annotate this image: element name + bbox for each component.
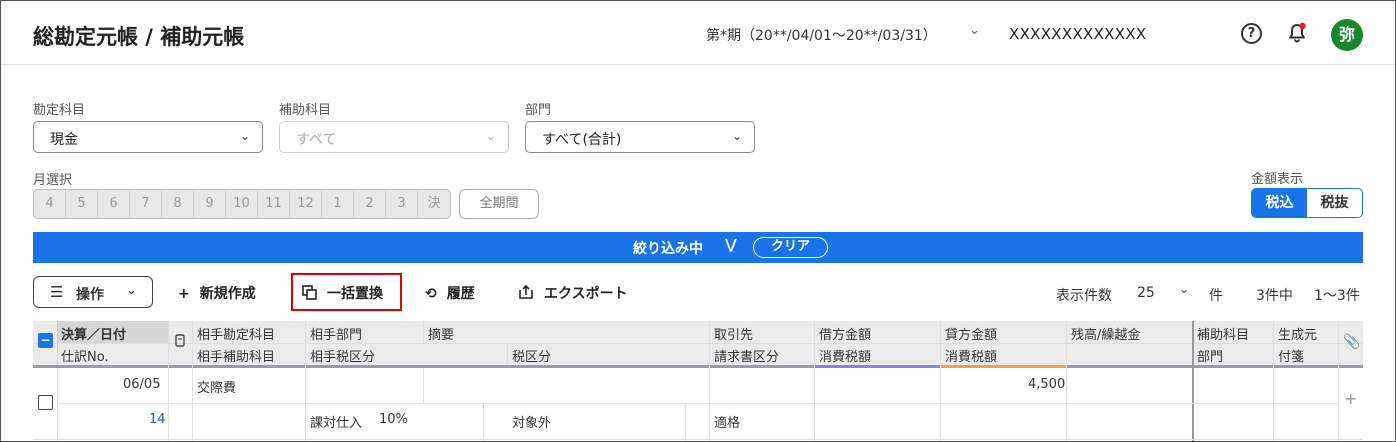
department-select-value: すべて(合計) [542,132,622,148]
export-button[interactable]: エクスポート [518,283,628,303]
history-label: 履歴 [446,286,475,302]
clear-filter-button[interactable]: クリア [753,237,828,258]
bulk-replace-label: 一括置換 [327,286,383,302]
company-name[interactable]: XXXXXXXXXXXXX [1009,25,1147,43]
month-button[interactable]: 6 [98,190,130,218]
month-button[interactable]: 4 [34,190,66,218]
all-period-button[interactable]: 全期間 [459,189,539,219]
debit-header[interactable]: 借方金額 [819,324,871,343]
select-all-checkbox[interactable]: − [38,333,53,348]
month-button[interactable]: 3 [386,190,418,218]
month-button[interactable]: 10 [226,190,258,218]
per-page-select[interactable]: 25 [1137,285,1155,301]
filter-status-bar[interactable]: 絞り込み中 ⋁ クリア [33,232,1363,263]
per-page-label: 表示件数 [1056,288,1112,304]
account-label: 勘定科目 [33,103,86,118]
sub-account-select-value: すべて [296,132,337,148]
sub-account-header[interactable]: 補助科目 [1197,324,1249,343]
row-counter-tax-rate: 10% [379,412,408,427]
row-checkbox[interactable] [38,395,53,410]
per-page-unit: 件 [1209,288,1223,304]
double-chevron-down-icon[interactable]: ⋁ [725,237,737,253]
new-entry-label: 新規作成 [199,286,256,302]
new-entry-button[interactable]: + 新規作成 [178,283,256,303]
entry-no-column-header[interactable]: 仕訳No. [61,346,109,365]
chevron-down-icon[interactable]: ⌄ [1179,282,1189,296]
replace-icon [302,285,317,302]
month-button[interactable]: 5 [66,190,98,218]
month-button[interactable]: 9 [194,190,226,218]
balance-header[interactable]: 残高/繰越金 [1071,324,1140,343]
operations-label: 操作 [76,287,104,303]
partner-header[interactable]: 取引先 [714,324,753,343]
page-title: 総勘定元帳 / 補助元帳 [33,25,245,49]
row-credit-amount[interactable]: 4,500 [1028,377,1065,392]
menu-icon: ☰ [50,283,64,301]
bell-icon[interactable] [1285,21,1309,45]
date-column-header[interactable]: 決算／日付 [61,324,126,343]
bulk-replace-button[interactable]: 一括置換 [302,283,383,303]
add-attachment-icon[interactable]: + [1344,389,1357,408]
row-date[interactable]: 06/05 [123,377,160,392]
row-counter-account[interactable]: 交際費 [197,377,236,396]
row-counter-tax[interactable]: 課対仕入 [310,412,362,431]
document-icon [175,334,185,351]
month-button[interactable]: 7 [130,190,162,218]
month-button[interactable]: 決 [418,190,450,218]
plus-icon: + [178,286,190,302]
month-button[interactable]: 2 [354,190,386,218]
counter-department-header[interactable]: 相手部門 [310,324,362,343]
month-button[interactable]: 8 [162,190,194,218]
department-select[interactable]: すべて(合計) ⌄ [525,121,755,153]
history-button[interactable]: ⟲ 履歴 [425,283,475,303]
month-button[interactable]: 11 [258,190,290,218]
page-range: 1〜3件 [1314,288,1360,304]
fiscal-period-selector[interactable]: 第*期（20**/04/01〜20**/03/31） [706,25,937,45]
export-label: エクスポート [544,286,628,302]
counter-account-header[interactable]: 相手勘定科目 [197,324,275,343]
month-selector: 4 5 6 7 8 9 10 11 12 1 2 3 決 [33,189,451,219]
chevron-down-icon: ⌄ [239,129,250,143]
avatar[interactable]: 弥 [1331,19,1363,51]
credit-tax-header[interactable]: 消費税額 [945,346,997,365]
account-select[interactable]: 現金 ⌄ [33,121,263,153]
department-header[interactable]: 部門 [1197,346,1223,365]
account-select-value: 現金 [50,132,78,148]
amount-display-toggle: 税込 税抜 [1251,188,1363,218]
row-tax-class[interactable]: 対象外 [512,412,551,431]
ledger-table: − 決算／日付 仕訳No. 相手勘定科目 相手補助科目 相手部門 相手税区分 摘… [33,321,1363,441]
chevron-down-icon: ⌄ [485,129,496,143]
history-icon: ⟲ [425,286,437,302]
tax-class-header[interactable]: 税区分 [512,346,551,365]
chevron-down-icon[interactable]: ⌄ [969,23,980,38]
chevron-down-icon: ⌄ [731,129,742,143]
memo-header[interactable]: 摘要 [428,324,454,343]
row-entry-no-link[interactable]: 14 [149,412,166,427]
tag-header[interactable]: 付箋 [1278,346,1304,365]
total-count: 3件中 [1256,288,1293,304]
amount-display-label: 金額表示 [1251,172,1304,187]
paperclip-icon[interactable]: 📎 [1343,334,1360,350]
counter-tax-header[interactable]: 相手税区分 [310,346,375,365]
month-label: 月選択 [33,173,73,188]
debit-tax-header[interactable]: 消費税額 [819,346,871,365]
chevron-down-icon: ⌄ [126,283,137,298]
tax-included-option[interactable]: 税込 [1252,189,1307,217]
counter-sub-account-header[interactable]: 相手補助科目 [197,346,275,365]
sub-account-select[interactable]: すべて ⌄ [279,121,509,153]
credit-header[interactable]: 貸方金額 [945,324,997,343]
sub-account-label: 補助科目 [279,103,332,118]
operations-menu-button[interactable]: ☰ 操作 ⌄ [33,276,153,308]
month-button[interactable]: 1 [322,190,354,218]
row-invoice-class[interactable]: 適格 [714,412,740,431]
department-label: 部門 [525,103,552,118]
top-header: 総勘定元帳 / 補助元帳 第*期（20**/04/01〜20**/03/31） … [1,1,1395,65]
tax-excluded-option[interactable]: 税抜 [1307,189,1362,217]
source-header[interactable]: 生成元 [1278,324,1317,343]
invoice-class-header[interactable]: 請求書区分 [714,346,779,365]
export-icon [518,284,534,302]
help-icon[interactable]: ? [1241,23,1262,44]
month-button[interactable]: 12 [290,190,322,218]
filter-status-text: 絞り込み中 [633,241,703,257]
